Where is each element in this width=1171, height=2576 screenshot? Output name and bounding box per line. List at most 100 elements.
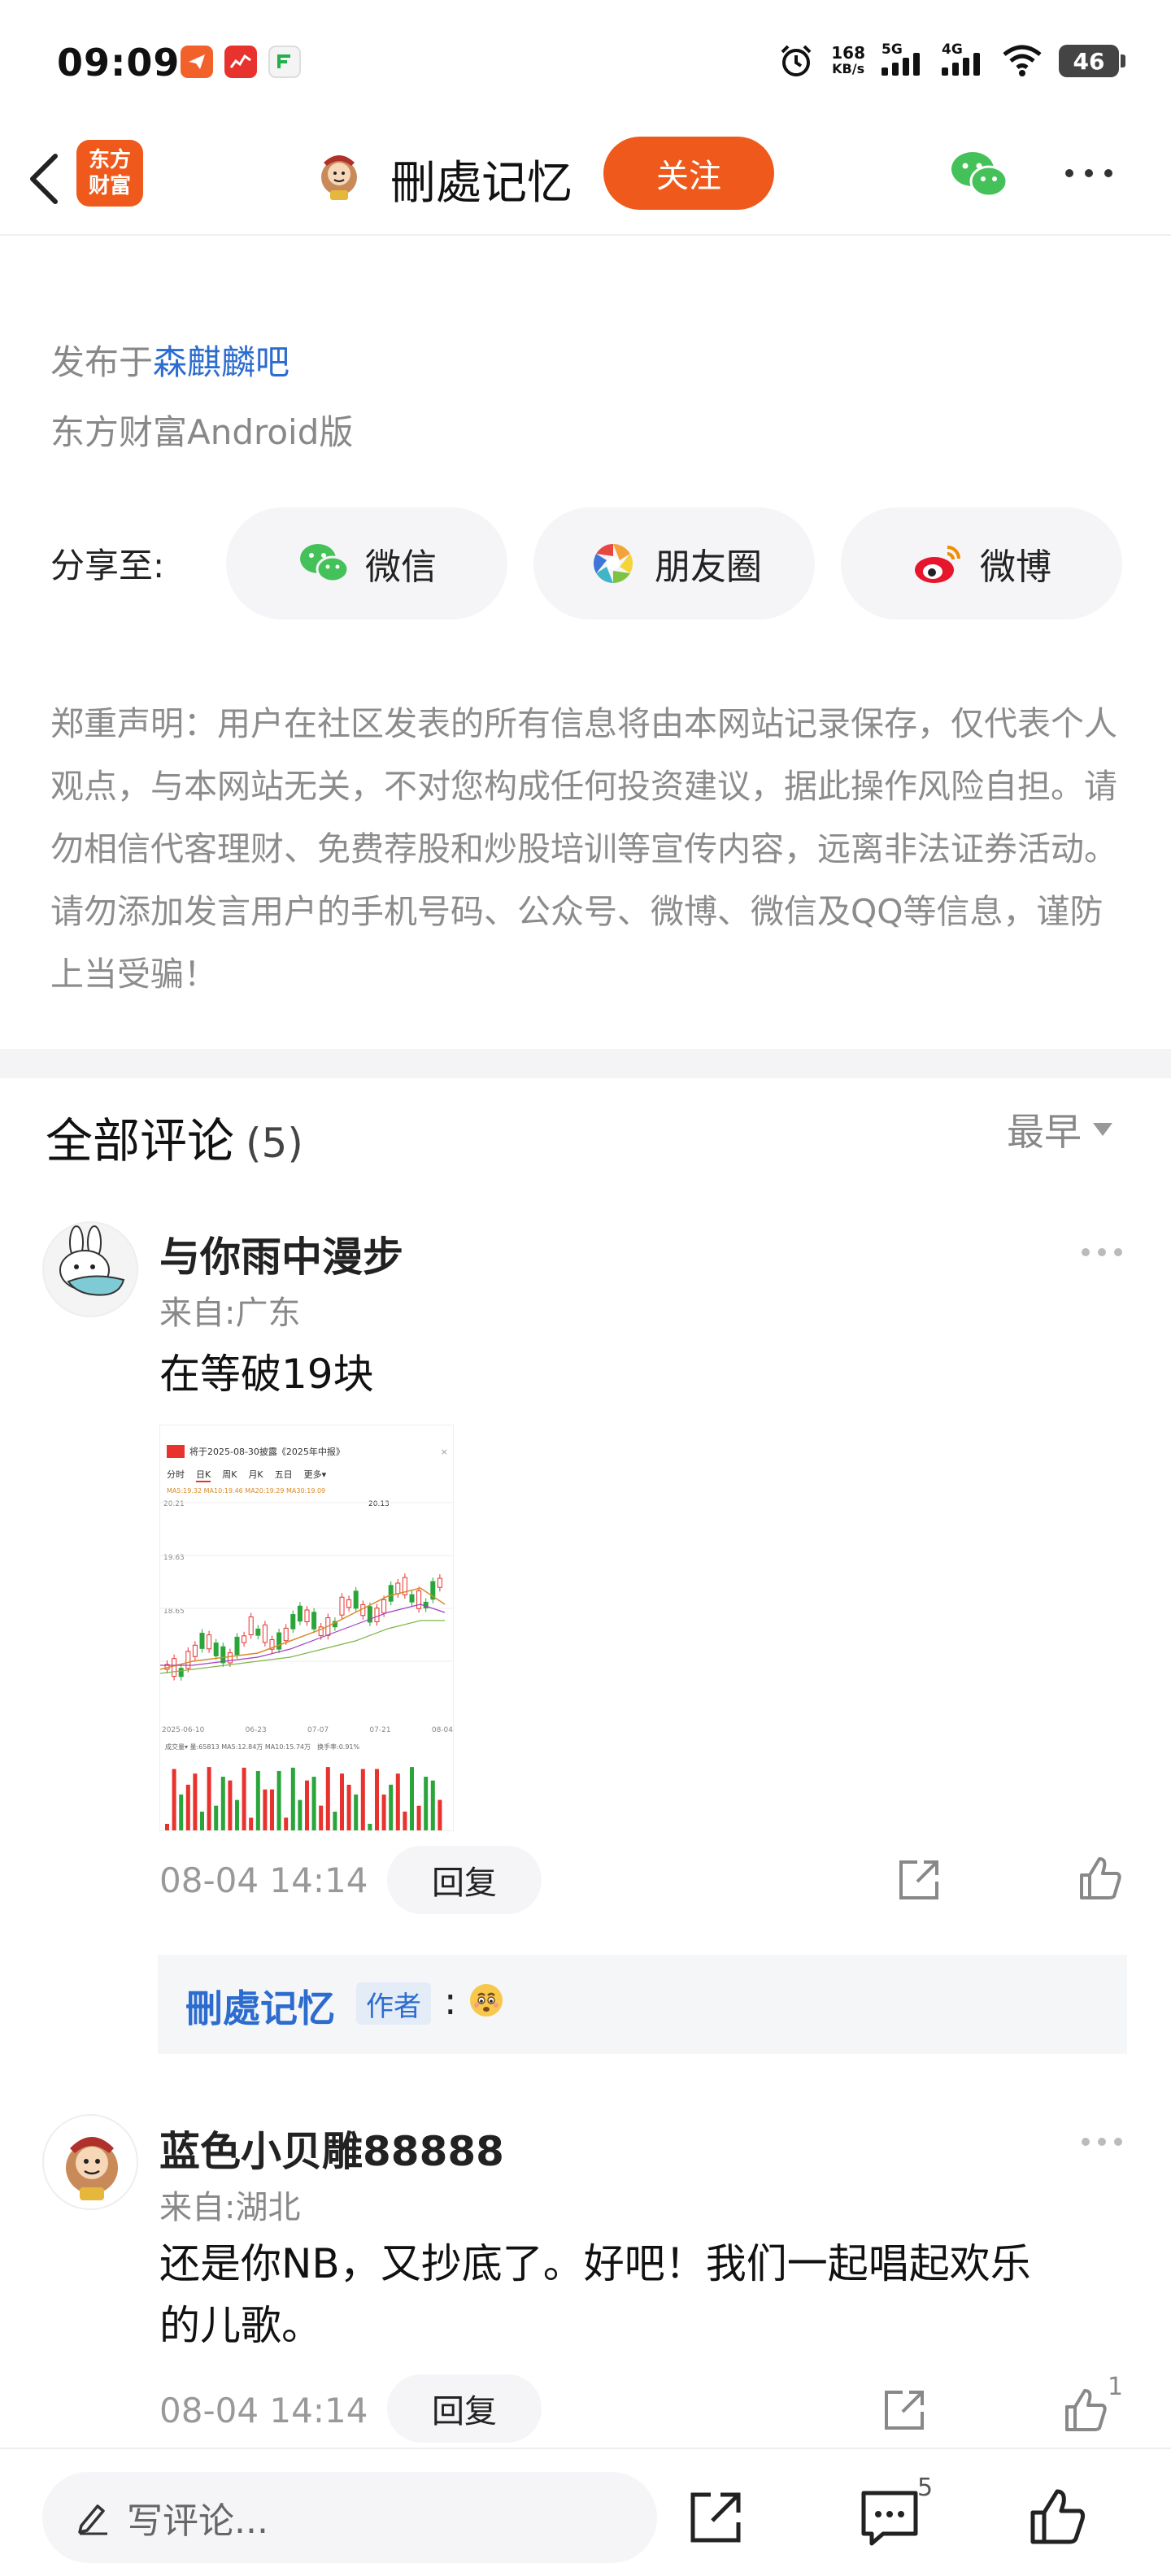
disclaimer-text: 郑重声明：用户在社区发表的所有信息将由本网站记录保存，仅代表个人观点，与本网站无… — [50, 704, 1117, 994]
share-label: 分享至: — [50, 546, 165, 585]
candle-body — [304, 1609, 310, 1622]
share-icon[interactable] — [893, 1854, 945, 1906]
comments-count: (5) — [246, 1120, 303, 1167]
volume-bar — [368, 1823, 372, 1830]
candle-body — [297, 1605, 303, 1622]
candle-body — [213, 1643, 219, 1656]
signal-4g-label: 4G — [942, 41, 963, 58]
reply-button[interactable]: 回复 — [387, 2374, 542, 2443]
user-avatar[interactable] — [309, 145, 369, 205]
forum-link[interactable]: 森麒麟吧 — [153, 342, 289, 382]
author-reply-box[interactable]: 刪處记忆 作者 : — [158, 1955, 1127, 2054]
chart-tab-active: 日K — [196, 1468, 211, 1482]
like-count: 1 — [1108, 2373, 1124, 2401]
candlestick-chart — [160, 1502, 453, 1681]
candle-body — [388, 1585, 394, 1602]
volume-bar — [290, 1767, 295, 1830]
comment-text-line: 的儿歌。 — [159, 2302, 322, 2349]
comment-more-icon[interactable] — [1082, 2134, 1130, 2150]
network-speed: 168 KB/s — [831, 45, 865, 77]
chart-date-axis: 2025-06-10 06-23 07-07 07-21 08-04 — [162, 1726, 453, 1734]
volume-bar — [276, 1770, 281, 1830]
candle-body — [192, 1644, 198, 1657]
share-weibo-button[interactable]: 微博 — [841, 507, 1122, 620]
volume-bar — [284, 1817, 289, 1830]
comment-text-line: 还是你NB，又抄底了。好吧！我们一起唱起欢乐 — [159, 2240, 1031, 2287]
chart-tab: 月K — [248, 1469, 263, 1480]
comment-avatar[interactable] — [42, 1221, 138, 1317]
candle-body — [262, 1624, 268, 1643]
status-time: 09:09 — [57, 41, 181, 85]
comment-icon[interactable] — [857, 2485, 922, 2550]
comment-attached-chart-image[interactable]: 将于2025-08-30披露《2025年中报》 × 分时 日K 周K 月K 五日… — [159, 1425, 454, 1831]
volume-bar — [311, 1777, 316, 1830]
volume-bar — [207, 1767, 211, 1830]
like-icon[interactable] — [1025, 2485, 1090, 2550]
wechat-share-icon[interactable] — [947, 146, 1012, 203]
paper-plane-app-icon — [181, 46, 213, 78]
like-icon[interactable] — [1059, 2384, 1111, 2436]
volume-bar — [255, 1770, 260, 1830]
comment-author[interactable]: 蓝色小贝雕88888 — [159, 2119, 504, 2178]
chart-date: 06-23 — [245, 1726, 267, 1734]
notification-icons — [181, 46, 301, 78]
candle-body — [416, 1590, 422, 1609]
header-username[interactable]: 刪處记忆 — [390, 146, 572, 212]
volume-bar — [389, 1784, 394, 1830]
volume-bar — [333, 1812, 337, 1830]
volume-bar — [410, 1767, 414, 1830]
stock-app-icon — [224, 46, 257, 78]
chart-tab: 分时 — [167, 1469, 185, 1480]
chart-close-icon: × — [440, 1446, 448, 1457]
volume-bar — [270, 1789, 274, 1830]
like-icon[interactable] — [1073, 1852, 1125, 1904]
turnover-rate: 换手率:0.91% — [317, 1743, 360, 1751]
volume-bar — [375, 1769, 379, 1830]
reply-button[interactable]: 回复 — [387, 1846, 542, 1914]
candle-body — [339, 1596, 345, 1616]
comment-more-icon[interactable] — [1082, 1244, 1130, 1260]
comment-location: 来自:广东 — [159, 1295, 301, 1332]
volume-bar — [235, 1799, 239, 1830]
alarm-icon — [781, 45, 812, 76]
eastmoney-logo[interactable]: 东方 财富 — [76, 140, 143, 207]
share-moments-button[interactable]: 朋友圈 — [533, 507, 815, 620]
candle-body — [220, 1646, 226, 1664]
candle-body — [207, 1634, 212, 1650]
chart-ma-legend: MA5:19.32 MA10:19.46 MA20:19.29 MA30:19.… — [167, 1487, 326, 1495]
volume-bar — [360, 1769, 365, 1830]
volume-bars — [165, 1767, 442, 1830]
moments-icon — [593, 544, 633, 583]
comment-input-placeholder: 写评论... — [127, 2500, 268, 2542]
sort-label: 最早 — [1007, 1110, 1082, 1154]
sort-dropdown[interactable]: 最早 — [1007, 1103, 1112, 1156]
comment-time: 08-04 14:14 — [159, 2391, 368, 2430]
volume-bar — [220, 1777, 225, 1830]
write-comment-input[interactable]: 写评论... — [42, 2472, 657, 2563]
candle-body — [311, 1612, 317, 1630]
signal-4g-icon: 4G — [942, 41, 986, 76]
status-bar: 09:09 168 KB/s 5G 4G 46 — [0, 0, 1171, 122]
more-options-icon[interactable] — [1065, 161, 1130, 185]
volume-bar — [430, 1780, 435, 1830]
system-status: 168 KB/s 5G 4G 46 — [777, 41, 1125, 80]
candle-body — [374, 1608, 380, 1622]
share-wechat-button[interactable]: 微信 — [226, 507, 507, 620]
candle-body — [276, 1632, 282, 1650]
wechat-icon — [300, 544, 350, 583]
back-arrow-icon[interactable] — [20, 146, 68, 211]
forward-icon[interactable] — [683, 2485, 748, 2550]
chart-date: 07-21 — [369, 1726, 391, 1734]
comment-avatar[interactable] — [42, 2114, 138, 2210]
author-badge: 作者 — [356, 1982, 431, 2025]
reply-author[interactable]: 刪處记忆 — [185, 1979, 335, 2033]
volume-bar — [325, 1767, 330, 1830]
comments-header: 全部评论 (5) — [46, 1103, 303, 1171]
comment-author[interactable]: 与你雨中漫步 — [159, 1225, 403, 1283]
candle-body — [360, 1603, 366, 1617]
volume-bar — [403, 1811, 407, 1830]
share-icon[interactable] — [878, 2384, 930, 2436]
volume-bar — [319, 1805, 324, 1830]
follow-button[interactable]: 关注 — [603, 137, 774, 210]
volume-bar — [179, 1794, 184, 1830]
